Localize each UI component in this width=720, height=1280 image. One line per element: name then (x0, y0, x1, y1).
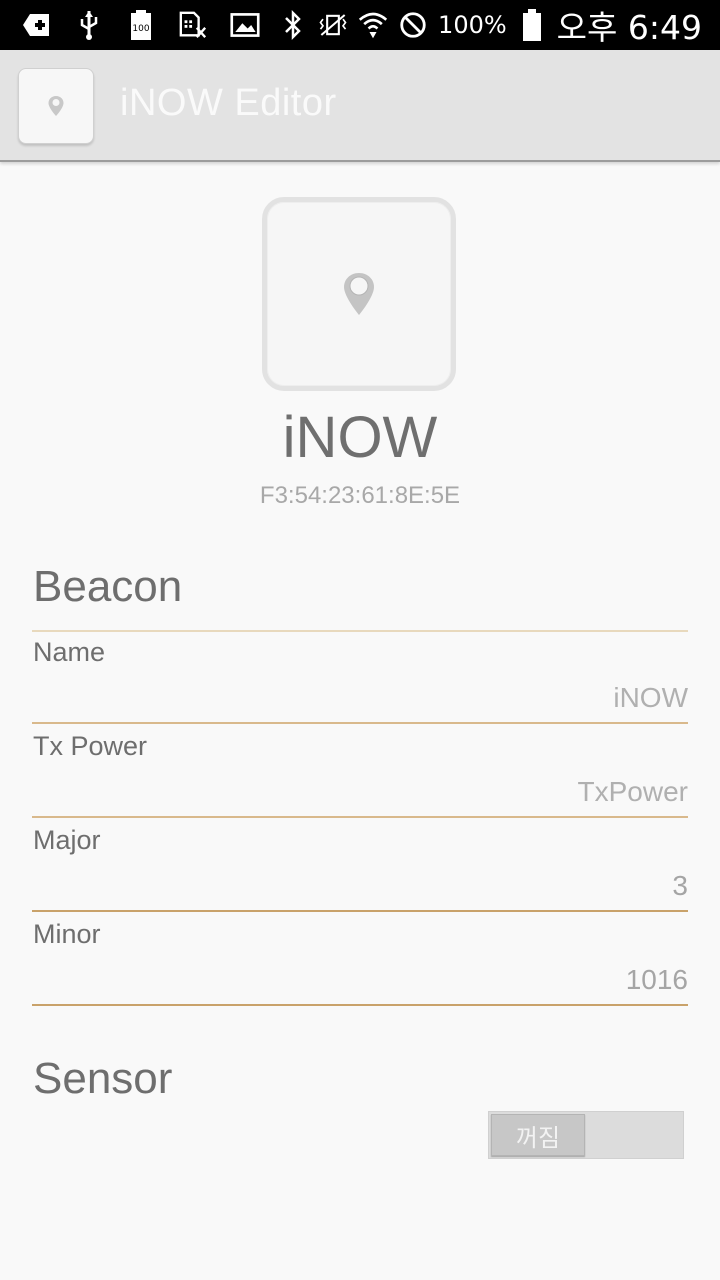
section-divider (32, 630, 688, 632)
status-bar-right: 100% 오후 6:49 (278, 4, 702, 47)
beacon-app-icon[interactable] (18, 68, 94, 144)
sensor-section-title: Sensor (33, 1054, 173, 1103)
usb-icon (74, 10, 104, 40)
device-mac-address: F3:54:23:61:8E:5E (259, 482, 461, 509)
bluetooth-icon (278, 9, 308, 41)
name-field-label: Name (33, 637, 106, 667)
app-title: iNOW Editor (120, 82, 337, 124)
location-pin-icon (48, 96, 64, 116)
minor-field-label: Minor (33, 919, 101, 949)
vibrate-icon (318, 10, 348, 40)
action-bar: iNOW Editor (0, 50, 720, 162)
sim-off-icon (178, 10, 208, 40)
battery-icon (517, 9, 547, 41)
status-bar-left: 100 (22, 6, 260, 44)
beacon-section-title: Beacon (33, 562, 183, 611)
svg-text:100: 100 (132, 24, 149, 34)
status-time: 오후 6:49 (556, 8, 702, 47)
sensor-toggle[interactable]: 꺼짐 (488, 1111, 684, 1159)
status-bar: 100 100% 오후 6:49 (0, 0, 720, 50)
sensor-toggle-knob[interactable]: 꺼짐 (491, 1114, 585, 1156)
image-icon (230, 10, 260, 40)
tx-power-field-input[interactable] (32, 774, 688, 818)
do-not-disturb-icon (398, 10, 428, 40)
device-name: iNOW (282, 405, 438, 470)
battery-100-badge-icon: 100 (126, 10, 156, 40)
device-icon (262, 197, 456, 391)
minor-field-input[interactable] (32, 962, 688, 1006)
location-pin-icon (344, 273, 374, 315)
wifi-icon (358, 10, 388, 40)
major-field-label: Major (33, 825, 101, 855)
battery-percent: 100% (438, 11, 507, 39)
major-field-input[interactable] (32, 868, 688, 912)
add-icon (22, 10, 52, 40)
tx-power-field-label: Tx Power (33, 731, 148, 761)
name-field-input[interactable] (32, 680, 688, 724)
